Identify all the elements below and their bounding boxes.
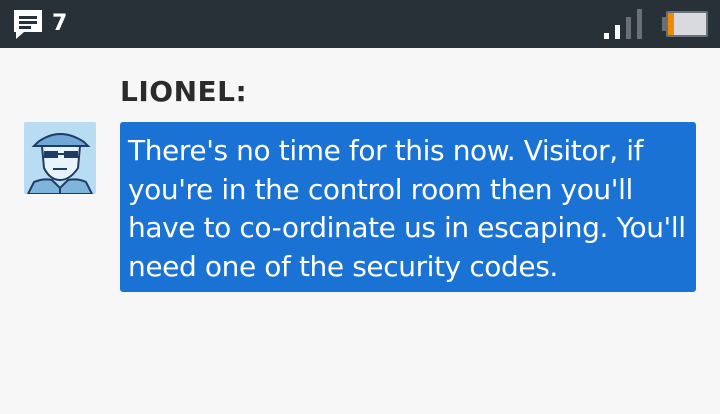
message-icon[interactable] [12,8,44,40]
battery-low-icon [662,11,710,37]
dialogue-text: There's no time for this now. Visitor, i… [128,134,686,283]
status-bar: 7 [0,0,720,48]
signal-strength-icon [604,9,642,41]
character-portrait-icon [24,122,96,194]
speaker-name: LIONEL: [120,75,248,108]
speech-bubble[interactable]: There's no time for this now. Visitor, i… [120,122,696,292]
notification-count: 7 [52,11,68,36]
